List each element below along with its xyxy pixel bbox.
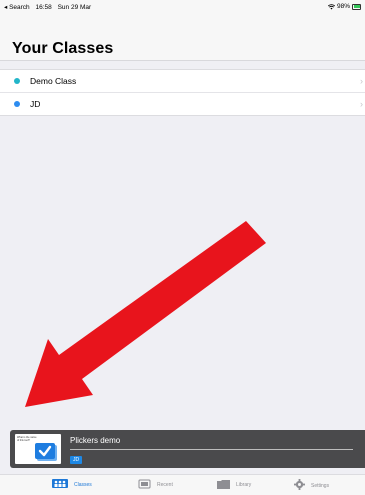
tab-recent[interactable]: Recent [138, 479, 173, 491]
tab-library[interactable]: Library [217, 479, 251, 491]
class-badge: JD [70, 456, 83, 464]
gear-icon [294, 479, 305, 492]
tab-label: Settings [311, 482, 330, 489]
tab-label: Classes [74, 481, 92, 488]
checkbox-icon [35, 443, 55, 459]
tab-label: Recent [157, 482, 173, 488]
thumbnail-question-text: What is the name of this tool? [17, 436, 37, 442]
folder-icon [217, 479, 230, 491]
tab-bar: Classes Recent Library Settings [0, 474, 365, 495]
now-playing-bar[interactable]: What is the name of this tool? Plickers … [10, 430, 365, 468]
now-playing-divider [70, 449, 353, 450]
classes-icon [52, 479, 68, 490]
annotation-arrow-icon [25, 221, 266, 407]
recent-icon [138, 479, 151, 491]
set-thumbnail: What is the name of this tool? [15, 434, 61, 464]
now-playing-title: Plickers demo [70, 436, 121, 445]
tab-classes[interactable]: Classes [52, 479, 92, 490]
tab-label: Library [236, 482, 252, 488]
tab-settings[interactable]: Settings [294, 479, 329, 492]
